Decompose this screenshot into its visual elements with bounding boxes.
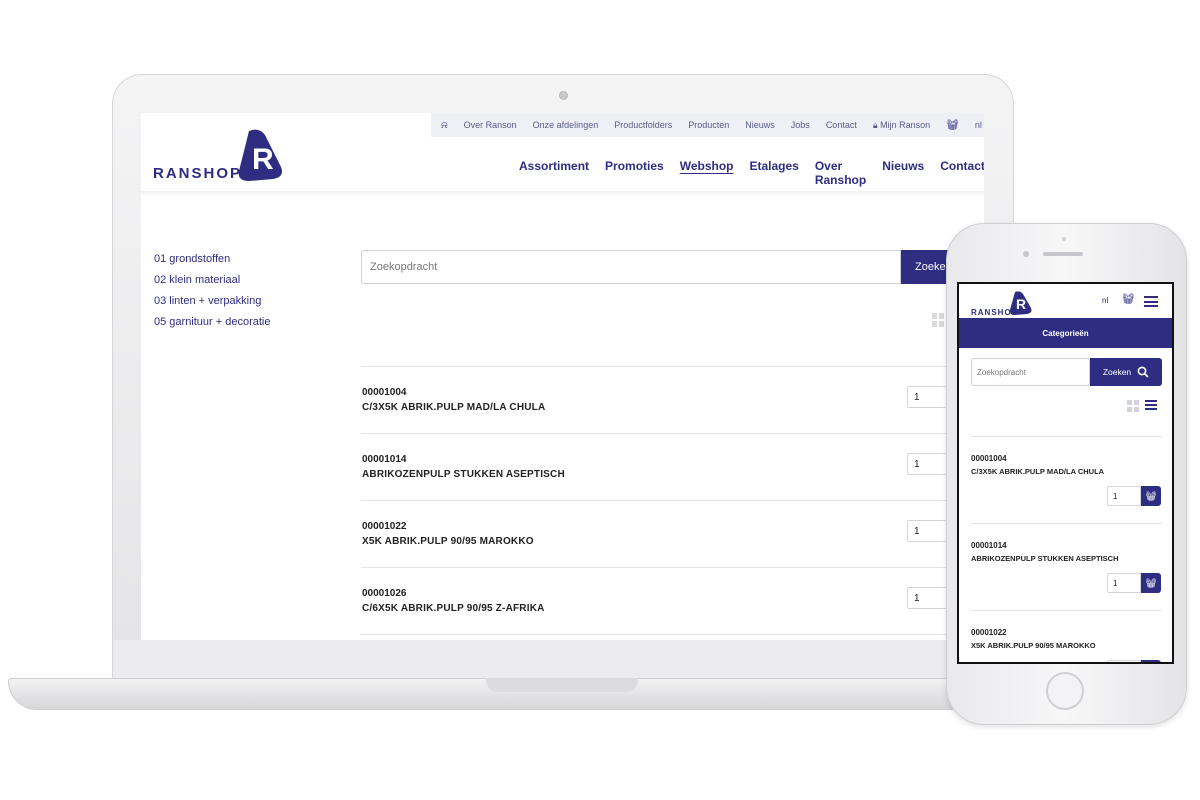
laptop-chin — [113, 640, 1013, 680]
util-link-jobs[interactable]: Jobs — [791, 120, 810, 130]
product-name: C/3X5K ABRIK.PULP MAD/LA CHULA — [362, 402, 546, 413]
basket-icon[interactable]: 🧺︎ — [946, 120, 959, 131]
util-link-afdelingen[interactable]: Onze afdelingen — [533, 120, 599, 130]
utility-nav: ⍾ Over Ranson Onze afdelingen Productfol… — [431, 113, 984, 137]
nav-webshop[interactable]: Webshop — [680, 159, 734, 187]
quantity-input[interactable]: 1 — [907, 386, 947, 408]
util-link-producten[interactable]: Producten — [688, 120, 729, 130]
menu-icon[interactable] — [1144, 296, 1158, 307]
phone-camera — [1023, 251, 1029, 257]
quantity-input[interactable]: 1 — [907, 587, 947, 609]
bell-icon[interactable]: ⍾ — [441, 120, 448, 131]
mobile-search-input[interactable]: Zoekopdracht — [971, 358, 1090, 386]
product-row: 00001014 ABRIKOZENPULP STUKKEN ASEPTISCH… — [361, 433, 984, 500]
product-code: 00001022 — [971, 628, 1007, 637]
product-name: ABRIKOZENPULP STUKKEN ASEPTISCH — [362, 469, 565, 480]
category-klein-materiaal[interactable]: 02 klein materiaal — [154, 270, 271, 291]
product-name: C/3X5K ABRIK.PULP MAD/LA CHULA — [971, 467, 1105, 476]
mobile-search-label: Zoeken — [1102, 367, 1132, 377]
mobile-product-list: 00001004 C/3X5K ABRIK.PULP MAD/LA CHULA … — [971, 436, 1162, 662]
list-view-icon[interactable] — [1145, 400, 1157, 412]
categories-button[interactable]: Categorieën — [959, 318, 1172, 348]
add-to-basket-icon[interactable]: 🧺︎ — [1141, 573, 1161, 593]
laptop-notch — [486, 678, 638, 692]
search-bar: Zoekopdracht Zoeken — [361, 250, 984, 284]
svg-text:R: R — [252, 143, 274, 176]
mobile-search-bar: Zoekopdracht Zoeken — [971, 358, 1162, 386]
mobile-search-button[interactable]: Zoeken — [1090, 358, 1162, 386]
category-grondstoffen[interactable]: 01 grondstoffen — [154, 249, 271, 270]
product-list: 00001004 C/3X5K ABRIK.PULP MAD/LA CHULA … — [361, 366, 984, 640]
mobile-logo[interactable]: R RANSHOP — [971, 290, 1033, 321]
nav-etalages[interactable]: Etalages — [749, 159, 798, 187]
product-card: 00001014 ABRIKOZENPULP STUKKEN ASEPTISCH… — [971, 523, 1162, 610]
search-input[interactable]: Zoekopdracht — [361, 250, 901, 284]
language-switch[interactable]: nl — [975, 120, 982, 130]
laptop-camera — [559, 91, 568, 100]
product-code: 00001014 — [362, 454, 407, 465]
product-code: 00001014 — [971, 541, 1007, 550]
phone-sensor — [1062, 237, 1066, 241]
mobile-screen: R RANSHOP nl 🧺︎ Categorieën Zoekopdracht… — [957, 282, 1174, 664]
product-code: 00001026 — [362, 588, 407, 599]
account-label: Mijn Ranson — [880, 119, 931, 130]
grid-view-icon[interactable] — [1127, 400, 1139, 412]
site-logo[interactable]: R RANSHOP — [153, 127, 293, 192]
quantity-input[interactable]: 1 — [1107, 573, 1141, 593]
nav-promoties[interactable]: Promoties — [605, 159, 664, 187]
product-name: ABRIKOZENPULP STUKKEN ASEPTISCH — [971, 554, 1119, 563]
nav-nieuws[interactable]: Nieuws — [882, 159, 924, 187]
phone-speaker — [1043, 252, 1083, 256]
product-row: 00001022 X5K ABRIK.PULP 90/95 MAROKKO 1 — [361, 500, 984, 567]
quantity-input[interactable]: 1 — [907, 520, 947, 542]
product-card: 00001022 X5K ABRIK.PULP 90/95 MAROKKO 🧺︎ — [971, 610, 1162, 662]
quantity-input[interactable] — [1107, 660, 1141, 662]
quantity-input[interactable]: 1 — [1107, 486, 1141, 506]
account-link[interactable]: 🔒︎ Mijn Ranson — [873, 120, 930, 131]
header-divider — [141, 191, 984, 197]
quantity-input[interactable]: 1 — [907, 453, 947, 475]
search-icon — [1137, 366, 1149, 378]
view-toggles — [1127, 400, 1157, 412]
phone-home-button — [1046, 672, 1084, 710]
product-code: 00001004 — [362, 387, 407, 398]
lock-icon: 🔒︎ — [872, 119, 878, 130]
util-link-contact[interactable]: Contact — [826, 120, 857, 130]
mobile-header: R RANSHOP nl 🧺︎ — [959, 284, 1172, 318]
util-link-nieuws[interactable]: Nieuws — [745, 120, 775, 130]
product-card: 00001004 C/3X5K ABRIK.PULP MAD/LA CHULA … — [971, 436, 1162, 523]
basket-icon[interactable]: 🧺︎ — [1122, 294, 1135, 305]
product-name: C/6X5K ABRIK.PULP 90/95 Z-AFRIKA — [362, 603, 545, 614]
product-row: 00001026 C/6X5K ABRIK.PULP 90/95 Z-AFRIK… — [361, 567, 984, 634]
util-link-over-ranson[interactable]: Over Ranson — [464, 120, 517, 130]
mobile-language-switch[interactable]: nl — [1102, 296, 1108, 305]
product-code: 00001004 — [971, 454, 1007, 463]
util-link-productfolders[interactable]: Productfolders — [614, 120, 672, 130]
add-to-basket-icon[interactable]: 🧺︎ — [1141, 660, 1161, 662]
category-garnituur-decoratie[interactable]: 05 garnituur + decoratie — [154, 312, 271, 333]
nav-contact[interactable]: Contact — [940, 159, 984, 187]
category-sidebar: 01 grondstoffen 02 klein materiaal 03 li… — [154, 249, 271, 333]
product-name: X5K ABRIK.PULP 90/95 MAROKKO — [362, 536, 534, 547]
product-row: 00001004 C/3X5K ABRIK.PULP MAD/LA CHULA … — [361, 366, 984, 433]
grid-view-icon[interactable] — [932, 313, 944, 327]
nav-assortiment[interactable]: Assortiment — [519, 159, 589, 187]
product-code: 00001022 — [362, 521, 407, 532]
product-name: X5K ABRIK.PULP 90/95 MAROKKO — [971, 641, 1096, 650]
brand-name: RANSHOP — [153, 165, 243, 182]
mobile-brand-name: RANSHOP — [971, 308, 1019, 317]
category-linten-verpakking[interactable]: 03 linten + verpakking — [154, 291, 271, 312]
main-nav: Assortiment Promoties Webshop Etalages O… — [519, 159, 984, 187]
nav-over-ranshop[interactable]: Over Ranshop — [815, 159, 866, 187]
add-to-basket-icon[interactable]: 🧺︎ — [1141, 486, 1161, 506]
product-row — [361, 634, 984, 640]
desktop-screen: ⍾ Over Ranson Onze afdelingen Productfol… — [141, 113, 984, 640]
